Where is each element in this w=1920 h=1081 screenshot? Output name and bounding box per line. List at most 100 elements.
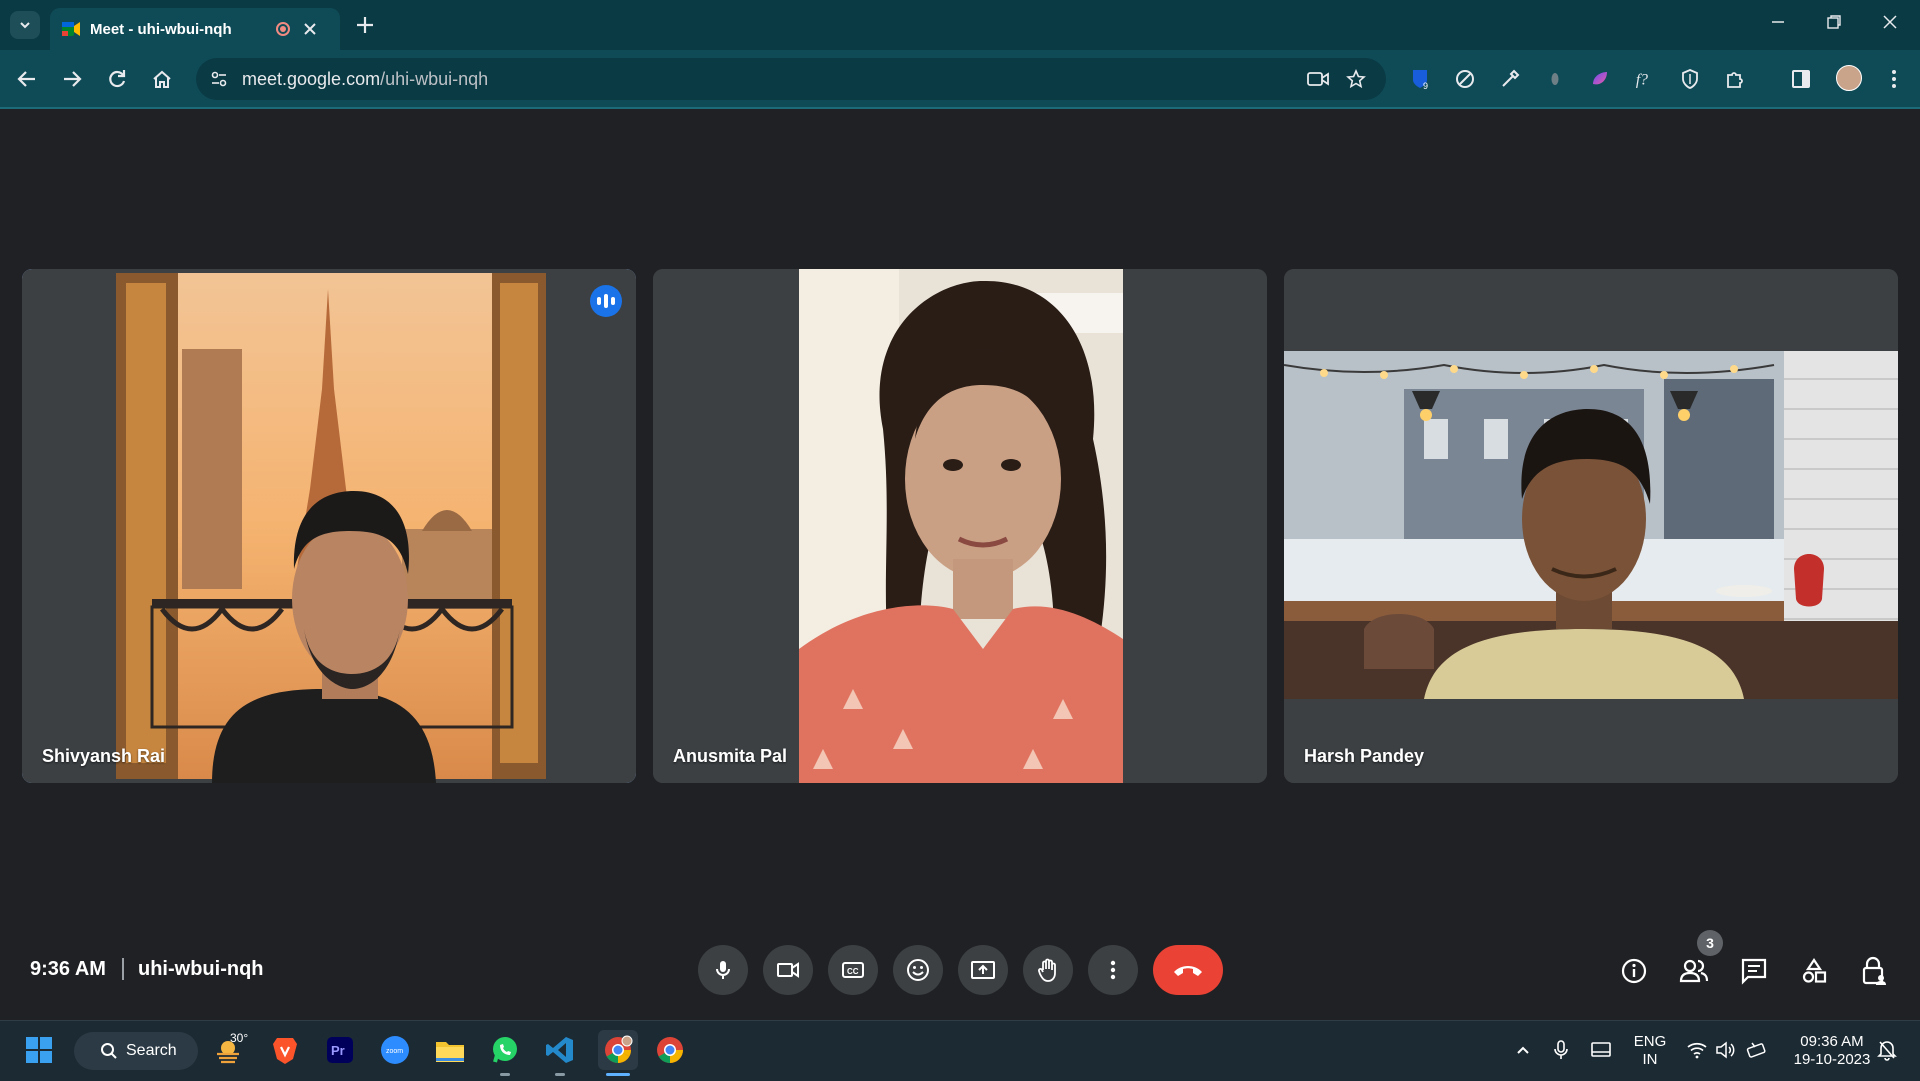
emoji-icon xyxy=(907,959,929,981)
activities-button[interactable] xyxy=(1799,956,1829,986)
activities-shapes-icon xyxy=(1802,958,1827,983)
close-window-icon[interactable] xyxy=(1882,14,1898,30)
taskbar-chrome-active[interactable] xyxy=(598,1030,638,1070)
camera-button[interactable] xyxy=(763,945,813,995)
taskbar-file-explorer[interactable] xyxy=(433,1033,467,1067)
language-line-1: ENG xyxy=(1633,1033,1667,1050)
tray-volume[interactable] xyxy=(1708,1033,1742,1067)
running-indicator xyxy=(555,1073,565,1076)
meeting-details-button[interactable] xyxy=(1619,956,1649,986)
more-vert-icon xyxy=(1110,960,1116,980)
wifi-icon xyxy=(1687,1042,1707,1059)
extension-blocker[interactable] xyxy=(1454,68,1476,90)
participant-tile-1[interactable]: Shivyansh Rai xyxy=(22,269,636,783)
bookmark-star-icon[interactable] xyxy=(1346,69,1366,89)
present-screen-button[interactable] xyxy=(958,945,1008,995)
captions-button[interactable]: CC xyxy=(828,945,878,995)
start-button[interactable] xyxy=(22,1033,56,1067)
camera-in-use-icon[interactable] xyxy=(1306,69,1330,89)
participant-name: Shivyansh Rai xyxy=(42,746,166,766)
extension-gradient[interactable] xyxy=(1589,68,1611,90)
side-panel-icon xyxy=(1792,70,1810,88)
tray-microphone[interactable] xyxy=(1544,1033,1578,1067)
browser-tab-meet[interactable]: Meet - uhi-wbui-nqh xyxy=(50,8,340,50)
hand-icon xyxy=(1038,958,1056,982)
participant-tile-2[interactable]: Anusmita Pal xyxy=(653,269,1267,783)
extension-light[interactable] xyxy=(1544,68,1566,90)
active-indicator xyxy=(606,1073,630,1076)
chat-button[interactable] xyxy=(1739,956,1769,986)
taskbar-premiere-pro[interactable]: Pr xyxy=(323,1033,357,1067)
taskbar-zoom[interactable]: zoom xyxy=(378,1033,412,1067)
shield-extension-icon: 9 xyxy=(1413,70,1428,90)
restore-window-icon[interactable] xyxy=(1826,14,1842,30)
url-host: meet.google.com xyxy=(242,69,381,89)
language-line-2: IN xyxy=(1642,1051,1658,1068)
forward-arrow-icon[interactable] xyxy=(61,68,83,90)
extension-shield[interactable] xyxy=(1679,68,1701,90)
formula-extension-icon: f? xyxy=(1636,72,1648,89)
taskbar-search[interactable]: Search xyxy=(74,1032,198,1070)
extension-badge-count: 9 xyxy=(1423,81,1428,90)
bulb-extension-icon xyxy=(1551,73,1559,85)
site-settings-icon[interactable] xyxy=(210,70,228,88)
reload-icon[interactable] xyxy=(106,68,128,90)
gradient-extension-icon xyxy=(1593,72,1607,85)
extension-bitwarden[interactable]: 9 xyxy=(1410,68,1432,90)
notifications-button[interactable] xyxy=(1870,1033,1904,1067)
raise-hand-button[interactable] xyxy=(1023,945,1073,995)
taskbar-brave[interactable] xyxy=(268,1033,302,1067)
lock-person-icon xyxy=(1862,956,1886,985)
taskbar-clock[interactable]: 09:36 AM 19-10-2023 xyxy=(1784,1033,1880,1069)
block-circle-icon xyxy=(1456,70,1474,88)
puzzle-piece-icon xyxy=(1727,72,1743,88)
info-icon xyxy=(1621,958,1647,984)
tab-search-button[interactable] xyxy=(10,11,40,39)
host-controls-button[interactable] xyxy=(1859,956,1889,986)
videocam-icon xyxy=(777,962,799,978)
meeting-time: 9:36 AM xyxy=(30,958,106,980)
weather-temperature: 30° xyxy=(230,1031,249,1045)
extension-color-picker[interactable] xyxy=(1499,68,1521,90)
svg-text:f?: f? xyxy=(1636,72,1648,89)
language-indicator[interactable]: ENG IN xyxy=(1630,1033,1670,1069)
tray-battery[interactable] xyxy=(1740,1033,1774,1067)
back-arrow-icon[interactable] xyxy=(16,68,38,90)
google-meet-favicon-icon xyxy=(62,22,80,36)
close-tab-icon[interactable] xyxy=(304,23,316,35)
battery-charging-icon xyxy=(1746,1042,1766,1058)
participant-video-1 xyxy=(22,269,636,783)
home-icon[interactable] xyxy=(151,68,173,90)
microphone-button[interactable] xyxy=(698,945,748,995)
chevron-up-icon xyxy=(1517,1046,1529,1054)
new-tab-plus-icon[interactable] xyxy=(354,14,376,36)
toolbar-divider xyxy=(0,107,1920,109)
speaking-indicator-icon xyxy=(590,285,622,317)
taskbar-chrome[interactable] xyxy=(653,1033,687,1067)
windows-taskbar: Search 30° Pr zoom ENG IN 09:36 AM 19-10… xyxy=(0,1020,1920,1081)
call-end-icon xyxy=(1174,966,1202,976)
address-bar[interactable]: meet.google.com/uhi-wbui-nqh xyxy=(196,58,1386,100)
people-button[interactable] xyxy=(1679,956,1709,986)
taskbar-vscode[interactable] xyxy=(543,1033,577,1067)
extension-formula[interactable]: f? xyxy=(1634,68,1656,90)
url-text[interactable]: meet.google.com/uhi-wbui-nqh xyxy=(242,69,488,90)
participant-tile-3[interactable]: Harsh Pandey xyxy=(1284,269,1898,783)
svg-text:CC: CC xyxy=(847,967,859,976)
minimize-window-icon[interactable] xyxy=(1770,14,1786,30)
more-options-button[interactable] xyxy=(1088,945,1138,995)
more-vert-icon[interactable] xyxy=(1884,68,1904,90)
reactions-button[interactable] xyxy=(893,945,943,995)
tray-device[interactable] xyxy=(1584,1033,1618,1067)
leave-call-button[interactable] xyxy=(1153,945,1223,995)
side-panel-button[interactable] xyxy=(1790,68,1812,90)
taskbar-whatsapp[interactable] xyxy=(488,1033,522,1067)
chrome-profile-icon xyxy=(605,1035,633,1064)
url-path: /uhi-wbui-nqh xyxy=(380,69,489,89)
extensions-menu-button[interactable] xyxy=(1724,68,1746,90)
meeting-code[interactable]: uhi-wbui-nqh xyxy=(138,958,264,981)
tray-overflow-button[interactable] xyxy=(1506,1033,1540,1067)
profile-avatar[interactable] xyxy=(1836,65,1862,91)
participant-video-2 xyxy=(653,269,1267,783)
browser-toolbar: meet.google.com/uhi-wbui-nqh 9 f? xyxy=(0,50,1920,108)
